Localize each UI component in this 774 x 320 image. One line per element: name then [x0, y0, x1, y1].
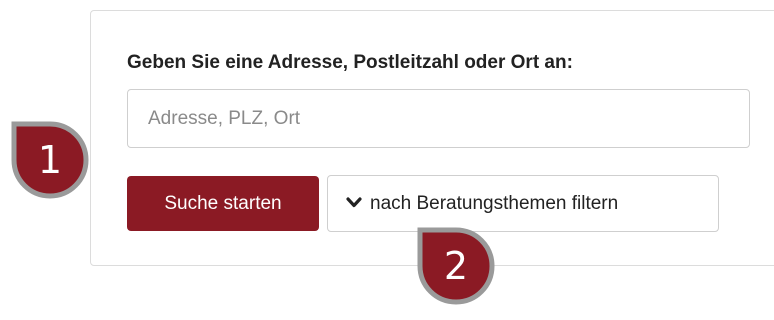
topic-filter-label: nach Beratungsthemen filtern	[370, 192, 619, 214]
topic-filter-button[interactable]: nach Beratungsthemen filtern	[327, 175, 719, 232]
search-input[interactable]	[127, 89, 750, 148]
callout-marker-2: 2	[414, 224, 498, 308]
callout-number-2: 2	[443, 244, 469, 288]
callout-marker-1: 1	[8, 118, 92, 202]
chevron-down-icon	[346, 193, 362, 215]
stage: Geben Sie eine Adresse, Postleitzahl ode…	[0, 0, 774, 320]
submit-search-button[interactable]: Suche starten	[127, 176, 319, 231]
search-prompt: Geben Sie eine Adresse, Postleitzahl ode…	[127, 52, 573, 73]
callout-number-1: 1	[37, 138, 63, 182]
